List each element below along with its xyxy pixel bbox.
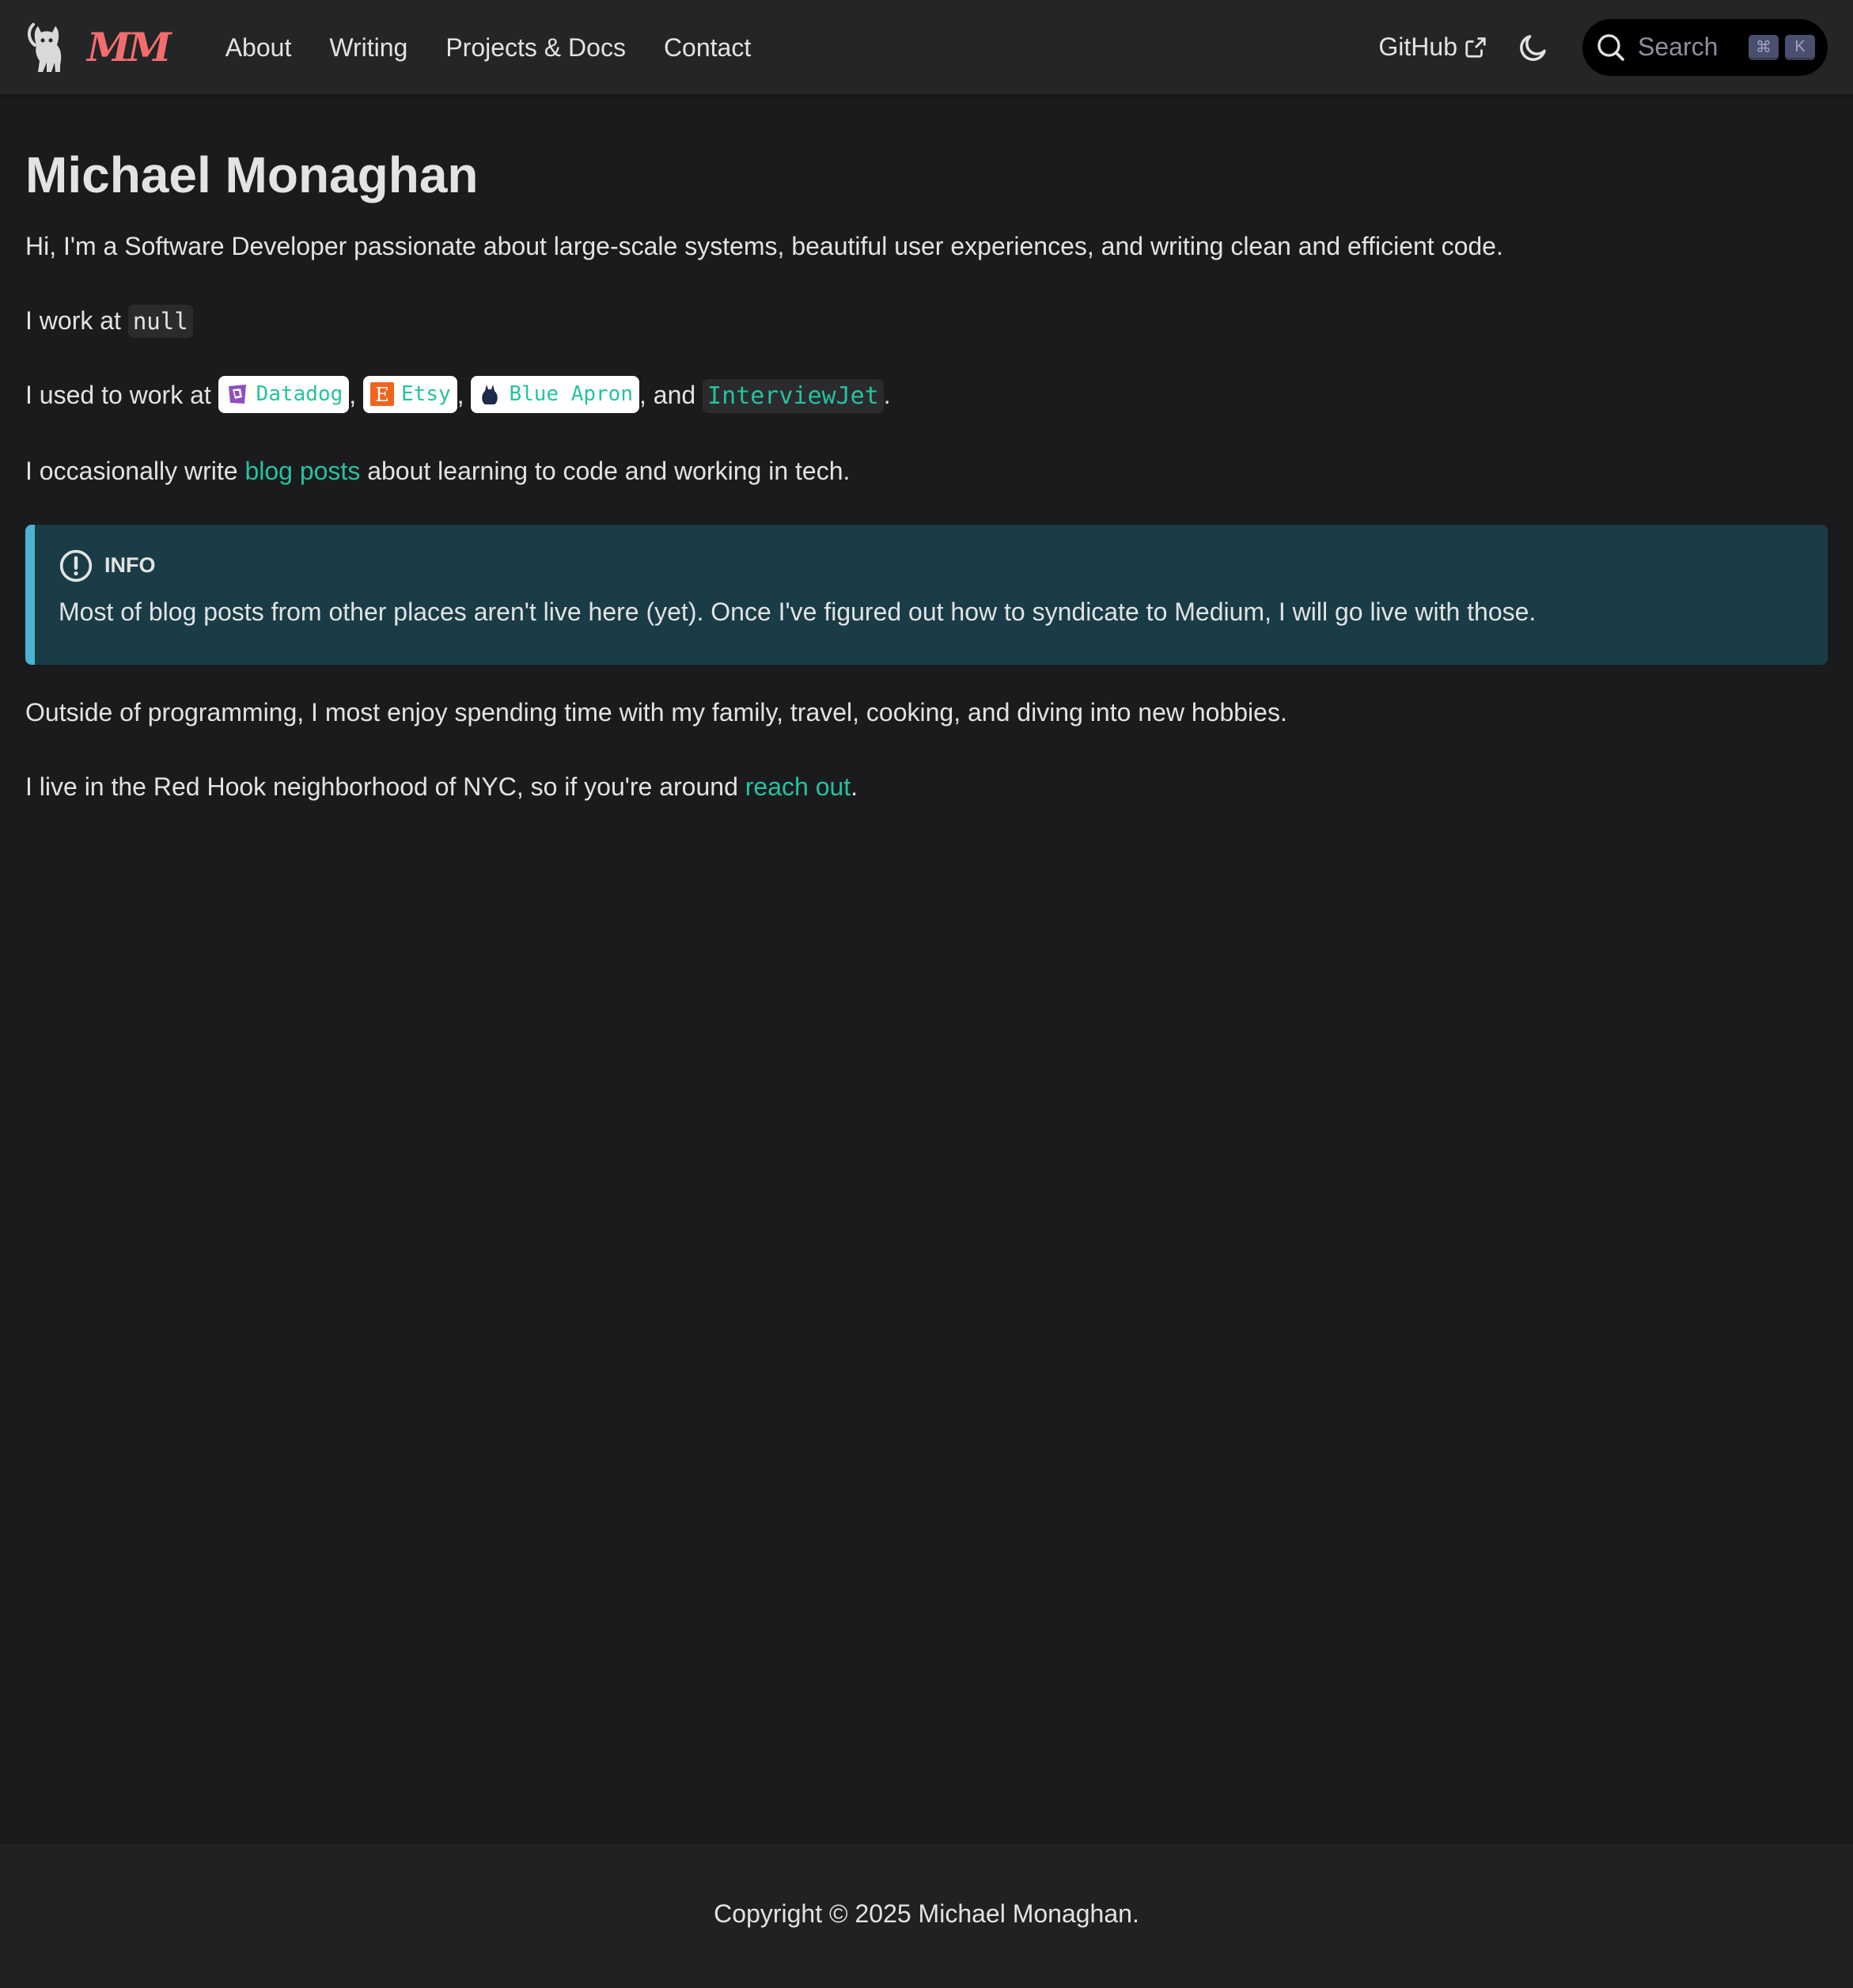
past-work-suffix: . xyxy=(883,380,891,409)
separator-comma: , xyxy=(349,380,357,409)
company-label-blue-apron: Blue Apron xyxy=(509,381,633,406)
location-paragraph: I live in the Red Hook neighborhood of N… xyxy=(25,768,1828,806)
external-link-icon xyxy=(1465,36,1486,58)
company-link-datadog[interactable]: Datadog xyxy=(218,375,350,413)
shortcut-key-cmd: ⌘ xyxy=(1749,34,1779,60)
past-work-prefix: I used to work at xyxy=(25,380,218,409)
brand-monogram: MM xyxy=(87,23,172,70)
separator-and: , and xyxy=(639,380,703,409)
current-employer-code: null xyxy=(127,304,193,338)
github-link[interactable]: GitHub xyxy=(1378,32,1487,62)
company-link-blue-apron[interactable]: Blue Apron xyxy=(471,375,639,413)
footer: Copyright © 2025 Michael Monaghan. xyxy=(0,1844,1853,1988)
nav-link-contact[interactable]: Contact xyxy=(664,35,751,60)
search-placeholder: Search xyxy=(1638,32,1718,61)
nav-link-writing[interactable]: Writing xyxy=(329,35,407,60)
company-label-datadog: Datadog xyxy=(256,381,343,406)
theme-toggle-button[interactable] xyxy=(1516,30,1551,65)
past-work-paragraph: I used to work at Datadog, E Etsy, Blue A… xyxy=(25,375,1828,415)
search-icon xyxy=(1597,33,1624,61)
shortcut-key-k: K xyxy=(1785,34,1815,60)
writing-paragraph: I occasionally write blog posts about le… xyxy=(25,452,1828,490)
writing-prefix: I occasionally write xyxy=(25,456,245,485)
cat-logo-icon xyxy=(28,22,62,72)
moon-icon xyxy=(1520,34,1546,61)
search-button[interactable]: Search ⌘ K xyxy=(1582,18,1828,76)
info-admonition-heading: INFO xyxy=(59,548,1796,583)
svg-text:E: E xyxy=(375,384,389,406)
brand[interactable]: MM xyxy=(25,21,172,74)
current-work-prefix: I work at xyxy=(25,305,128,335)
info-admonition-title: INFO xyxy=(104,553,156,578)
nav-link-about[interactable]: About xyxy=(225,35,292,60)
navbar: MM About Writing Projects & Docs Contact… xyxy=(0,0,1853,94)
etsy-logo-icon: E xyxy=(370,382,395,407)
separator-comma: , xyxy=(457,380,464,409)
page-title: Michael Monaghan xyxy=(25,146,479,203)
location-suffix: . xyxy=(851,772,858,801)
github-label: GitHub xyxy=(1378,32,1457,61)
current-work-paragraph: I work at null xyxy=(25,302,1828,340)
nav-link-projects-docs[interactable]: Projects & Docs xyxy=(445,35,626,60)
nav-links: About Writing Projects & Docs Contact xyxy=(207,35,771,60)
copyright-text: Copyright © 2025 Michael Monaghan. xyxy=(714,1899,1139,1928)
info-admonition: INFO Most of blog posts from other place… xyxy=(25,524,1828,665)
blog-posts-link[interactable]: blog posts xyxy=(244,457,360,485)
blue-apron-logo-icon xyxy=(482,385,498,405)
exclamation-circle-icon xyxy=(59,549,93,582)
writing-suffix: about learning to code and working in te… xyxy=(360,456,851,485)
hobbies-paragraph: Outside of programming, I most enjoy spe… xyxy=(25,697,1287,727)
company-link-interviewjet[interactable]: InterviewJet xyxy=(703,378,884,413)
location-prefix: I live in the Red Hook neighborhood of N… xyxy=(25,772,745,801)
search-shortcut: ⌘ K xyxy=(1742,34,1815,60)
main-content: Michael Monaghan Hi, I'm a Software Deve… xyxy=(25,146,1828,806)
reach-out-link[interactable]: reach out xyxy=(745,772,851,801)
intro-paragraph: Hi, I'm a Software Developer passionate … xyxy=(25,231,1503,260)
company-link-etsy[interactable]: E Etsy xyxy=(363,375,457,413)
datadog-logo-icon xyxy=(225,383,248,406)
nav-right: GitHub Search ⌘ K xyxy=(1378,18,1828,76)
company-label-etsy: Etsy xyxy=(401,381,451,406)
info-admonition-body: Most of blog posts from other places are… xyxy=(59,597,1537,626)
